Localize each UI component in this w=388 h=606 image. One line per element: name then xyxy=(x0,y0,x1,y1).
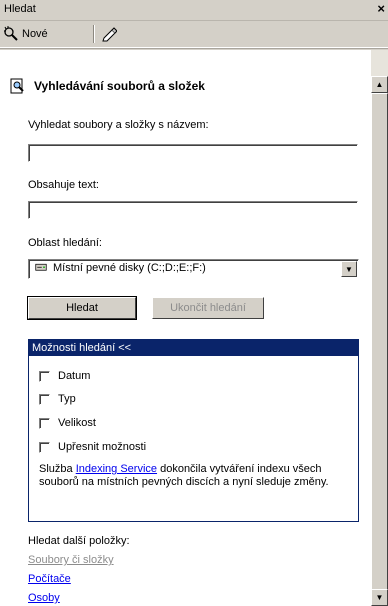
option-advanced[interactable]: Upřesnit možnosti xyxy=(39,441,146,453)
type-checkbox[interactable] xyxy=(39,393,50,405)
close-button[interactable]: × xyxy=(377,1,385,16)
note-prefix: Služba xyxy=(39,463,76,475)
toolbar-separator xyxy=(93,25,94,43)
link-computers[interactable]: Počítače xyxy=(28,573,71,585)
search-area-value-wrap: Místní pevné disky (C:;D:;E:;F:) xyxy=(33,262,206,274)
filename-input[interactable] xyxy=(28,144,358,162)
option-advanced-label: Upřesnit možnosti xyxy=(58,441,147,453)
search-files-icon xyxy=(10,78,24,94)
toolbar: Nové xyxy=(0,21,388,48)
dropdown-arrow-icon[interactable]: ▼ xyxy=(341,261,357,277)
option-date[interactable]: Datum xyxy=(39,370,90,382)
vertical-scrollbar[interactable]: ▲ ▼ xyxy=(371,50,388,606)
panel-heading: Vyhledávání souborů a složek xyxy=(10,78,205,94)
window-title: Hledat xyxy=(4,3,36,15)
contains-text-input[interactable] xyxy=(28,201,358,219)
search-panel: Vyhledávání souborů a složek Vyhledat so… xyxy=(0,50,371,606)
link-files-folders[interactable]: Soubory či složky xyxy=(28,554,114,566)
hard-drive-icon xyxy=(35,263,47,271)
new-search-icon xyxy=(4,26,18,41)
options-header[interactable]: Možnosti hledání << xyxy=(29,340,358,356)
edit-pencil-icon xyxy=(102,27,117,42)
panel-title: Vyhledávání souborů a složek xyxy=(34,79,205,93)
option-type[interactable]: Typ xyxy=(39,393,76,405)
scroll-down-icon[interactable]: ▼ xyxy=(371,589,388,606)
text-label: Obsahuje text: xyxy=(28,179,99,191)
edit-button[interactable] xyxy=(101,24,117,44)
indexing-note: Služba Indexing Service dokončila vytvář… xyxy=(39,463,349,489)
title-bar: Hledat × xyxy=(0,0,388,21)
date-checkbox[interactable] xyxy=(39,370,50,382)
size-checkbox[interactable] xyxy=(39,417,50,429)
option-type-label: Typ xyxy=(58,393,76,405)
search-area-value: Místní pevné disky (C:;D:;E:;F:) xyxy=(53,262,206,274)
new-search-button[interactable]: Nové xyxy=(3,24,48,44)
advanced-checkbox[interactable] xyxy=(39,441,50,453)
scroll-up-icon[interactable]: ▲ xyxy=(371,76,388,93)
search-area-select[interactable]: Místní pevné disky (C:;D:;E:;F:) ▼ xyxy=(28,259,359,279)
option-size-label: Velikost xyxy=(58,417,96,429)
more-items-label: Hledat další položky: xyxy=(28,535,130,547)
search-options: Možnosti hledání << Datum Typ Velikost U… xyxy=(28,339,359,522)
indexing-service-link[interactable]: Indexing Service xyxy=(76,463,157,475)
option-size[interactable]: Velikost xyxy=(39,417,96,429)
link-people[interactable]: Osoby xyxy=(28,592,60,604)
stop-search-button[interactable]: Ukončit hledání xyxy=(152,297,264,319)
new-search-label: Nové xyxy=(22,28,48,40)
option-date-label: Datum xyxy=(58,370,91,382)
area-label: Oblast hledání: xyxy=(28,237,102,249)
name-label: Vyhledat soubory a složky s názvem: xyxy=(28,119,209,131)
scroll-thumb[interactable] xyxy=(371,93,388,603)
search-button[interactable]: Hledat xyxy=(27,296,137,320)
